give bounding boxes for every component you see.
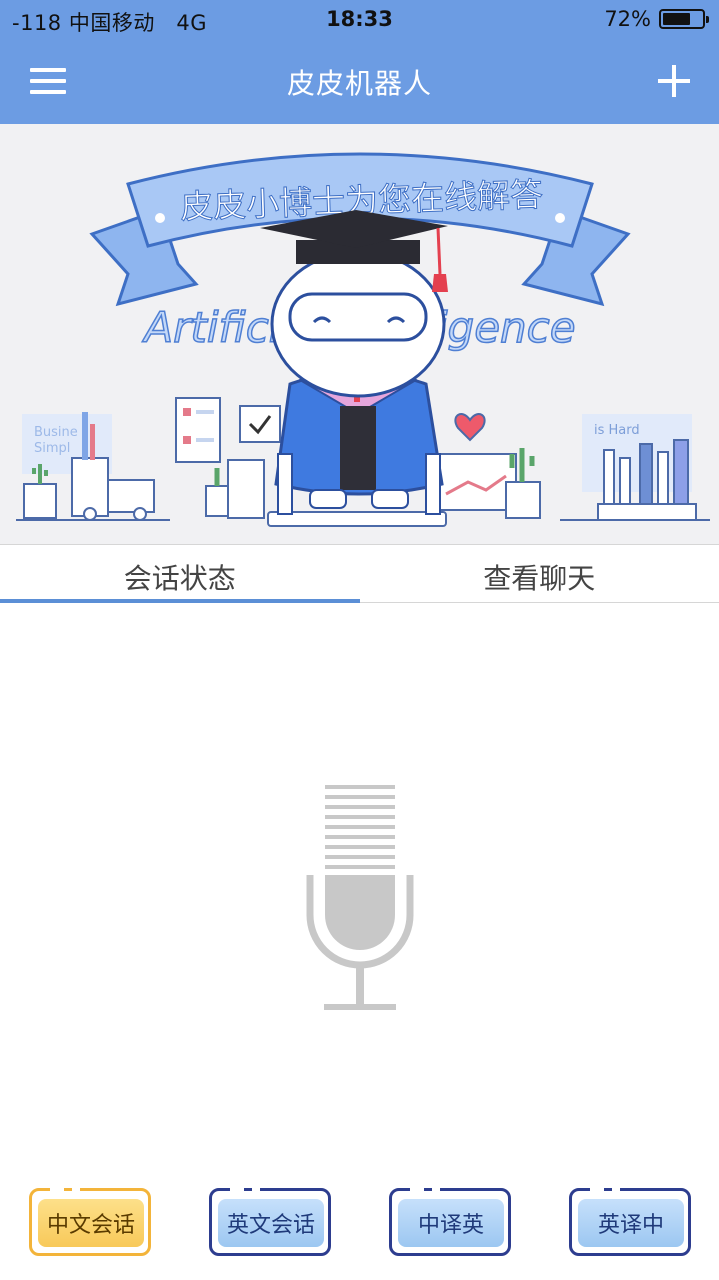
- microphone-icon[interactable]: [300, 775, 420, 1015]
- status-bar: -118 中国移动 4G 18:33 72%: [0, 0, 719, 40]
- mode-english-chat-button[interactable]: 英文会话: [209, 1188, 331, 1256]
- tab-bar: 会话状态 查看聊天: [0, 544, 719, 603]
- nav-bar: 皮皮机器人: [0, 40, 719, 124]
- tab-session-status[interactable]: 会话状态: [0, 545, 360, 603]
- page-title: 皮皮机器人: [286, 67, 432, 100]
- mode-en-to-zh-label: 英译中: [578, 1199, 684, 1247]
- mode-chinese-chat-label: 中文会话: [38, 1199, 144, 1247]
- mode-chinese-chat-button[interactable]: 中文会话: [29, 1188, 151, 1256]
- banner-illustration: 皮皮小博士为您在线解答 Artificial Intelligence Busi…: [0, 124, 719, 544]
- mode-en-to-zh-button[interactable]: 英译中: [569, 1188, 691, 1256]
- battery-icon: [659, 9, 709, 29]
- mic-grille: [325, 785, 395, 869]
- battery-percent: 72%: [604, 7, 651, 31]
- status-battery: 72%: [604, 7, 709, 31]
- mode-english-chat-label: 英文会话: [218, 1199, 324, 1247]
- add-icon[interactable]: [657, 64, 691, 98]
- tab-view-chat[interactable]: 查看聊天: [360, 545, 719, 602]
- mode-button-bar: 中文会话 英文会话 中译英 英译中: [0, 1188, 719, 1258]
- battery-fill: [663, 13, 691, 25]
- mode-zh-to-en-label: 中译英: [398, 1199, 504, 1247]
- banner-bg-text-right: is Hard: [594, 423, 640, 438]
- banner-bg-text-left-2: Simpl: [34, 441, 70, 456]
- mode-zh-to-en-button[interactable]: 中译英: [389, 1188, 511, 1256]
- banner-bg-text-left-1: Busine: [34, 425, 78, 440]
